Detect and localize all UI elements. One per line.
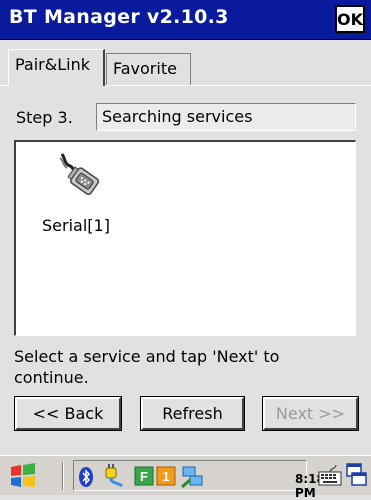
tab-favorite[interactable]: Favorite xyxy=(106,53,191,85)
keyboard-icon[interactable] xyxy=(318,463,342,487)
refresh-button[interactable]: Refresh xyxy=(140,396,245,431)
network-icon[interactable] xyxy=(180,465,204,489)
service-item-serial[interactable]: Serial[1] xyxy=(36,152,116,242)
step-status-field: Searching services xyxy=(96,103,356,131)
power-plug-icon[interactable] xyxy=(100,464,124,490)
system-tray: F 1 8:18 PM xyxy=(73,460,325,500)
start-windows-icon[interactable] xyxy=(8,463,38,489)
services-list[interactable]: Serial[1] xyxy=(14,140,356,336)
title-bar: BT Manager v2.10.3 OK xyxy=(0,0,371,40)
serial-port-icon xyxy=(59,153,100,196)
taskbar-separator xyxy=(62,462,64,490)
service-label: Serial[1] xyxy=(42,216,110,235)
svg-text:1: 1 xyxy=(162,469,169,484)
next-button[interactable]: Next >> xyxy=(262,396,359,431)
instruction-text: Select a service and tap 'Next' to conti… xyxy=(14,347,280,387)
step-label: Step 3. xyxy=(16,108,73,127)
window-title: BT Manager v2.10.3 xyxy=(9,6,229,28)
ok-button[interactable]: OK xyxy=(335,5,365,33)
back-button[interactable]: << Back xyxy=(14,396,122,431)
tab-pair-link[interactable]: Pair&Link xyxy=(8,49,105,86)
taskbar: F 1 8:18 PM xyxy=(0,455,371,500)
svg-text:F: F xyxy=(140,469,148,484)
window-switch-icon[interactable] xyxy=(346,463,368,487)
fn-key-icon[interactable]: F xyxy=(134,466,154,486)
bluetooth-icon[interactable] xyxy=(78,466,94,488)
one-key-icon[interactable]: 1 xyxy=(156,466,176,486)
